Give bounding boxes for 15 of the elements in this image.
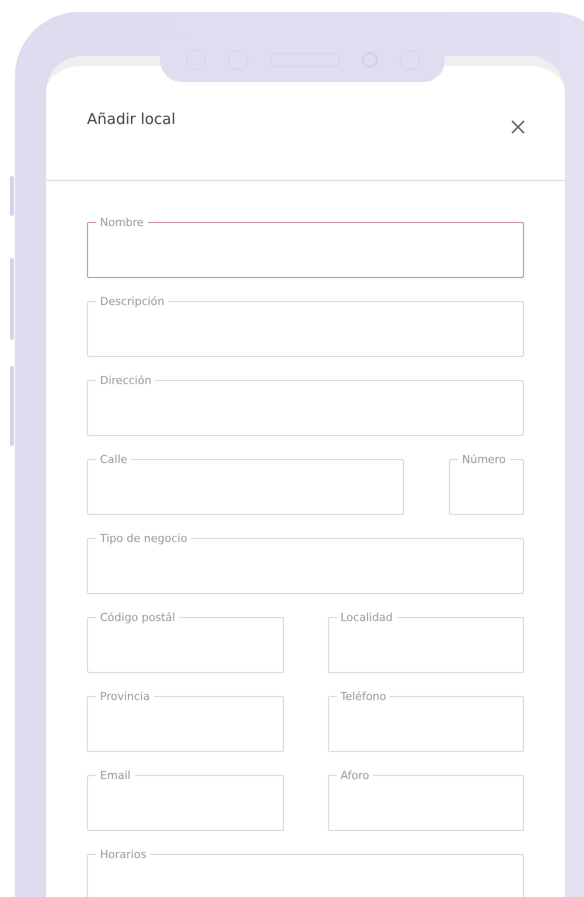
text-field[interactable]: Descripción (87, 295, 524, 357)
text-field[interactable]: Teléfono (328, 690, 524, 752)
text-field[interactable]: Provincia (87, 690, 284, 752)
text-field[interactable]: Tipo de negocio (87, 532, 524, 594)
text-field[interactable]: Horarios (87, 848, 524, 897)
text-field[interactable]: Localidad (328, 611, 524, 673)
text-field[interactable]: Nombre (87, 216, 524, 278)
text-field[interactable]: Código postál (87, 611, 284, 673)
dialog-title: Añadir local (87, 110, 176, 128)
text-field[interactable]: Email (87, 769, 284, 831)
text-field[interactable]: Calle (87, 453, 404, 515)
text-field[interactable]: Aforo (328, 769, 524, 831)
close-icon[interactable] (511, 120, 525, 134)
text-field[interactable]: Dirección (87, 374, 524, 436)
text-field[interactable]: Número (449, 453, 524, 515)
